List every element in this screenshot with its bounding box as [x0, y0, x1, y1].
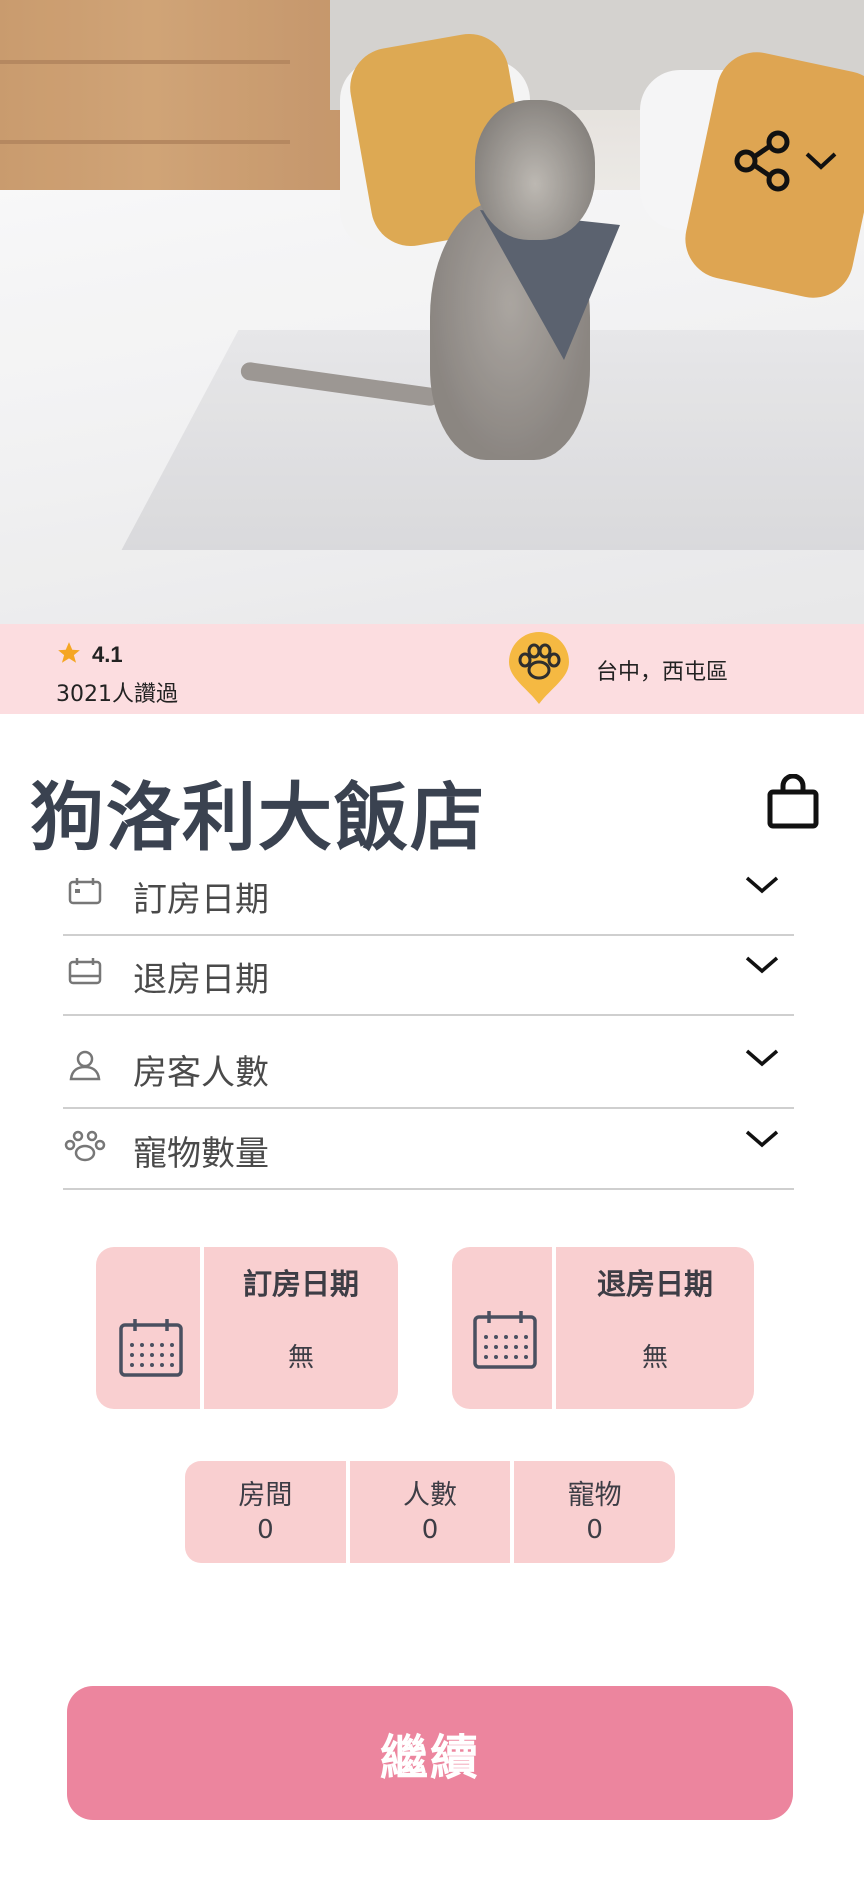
pet-count-label: 寵物 — [567, 1480, 622, 1511]
chevron-down-icon[interactable] — [744, 1128, 780, 1154]
person-icon — [67, 1049, 103, 1085]
guest-count-row[interactable]: 房客人數 — [63, 1033, 794, 1109]
chevron-down-icon[interactable] — [804, 151, 838, 175]
calendar-icon — [452, 1247, 556, 1409]
room-count-label: 房間 — [238, 1480, 293, 1511]
checkin-date-card[interactable]: 訂房日期 無 — [96, 1247, 398, 1409]
hero-image — [0, 0, 864, 624]
calendar-icon — [67, 956, 103, 990]
checkout-card-title: 退房日期 — [596, 1267, 713, 1301]
chevron-down-icon[interactable] — [744, 1047, 780, 1073]
paw-icon — [63, 1130, 107, 1168]
checkin-card-value: 無 — [287, 1343, 314, 1373]
checkout-date-row[interactable]: 退房日期 — [63, 940, 794, 1016]
room-count-value: 0 — [257, 1515, 274, 1545]
room-count[interactable]: 房間 0 — [185, 1461, 350, 1563]
guest-count-value: 0 — [421, 1515, 439, 1545]
pet-count-value: 0 — [586, 1515, 603, 1545]
rating-value: 4.1 — [92, 642, 123, 667]
chevron-down-icon[interactable] — [744, 874, 780, 900]
review-count: 3021人讚過 — [56, 682, 178, 707]
share-icon[interactable] — [732, 130, 794, 196]
rating: 4.1 — [56, 640, 123, 670]
checkin-date-label: 訂房日期 — [133, 880, 269, 920]
checkin-date-row[interactable]: 訂房日期 — [63, 860, 794, 936]
booking-counts: 房間 0 人數 0 寵物 0 — [185, 1461, 675, 1563]
pet-count[interactable]: 寵物 0 — [514, 1461, 675, 1563]
calendar-icon — [67, 876, 103, 910]
checkout-date-card[interactable]: 退房日期 無 — [452, 1247, 754, 1409]
shopping-bag-icon[interactable] — [766, 773, 820, 834]
checkout-card-value: 無 — [641, 1343, 668, 1373]
continue-button[interactable]: 繼續 — [67, 1686, 793, 1820]
pet-count-label: 寵物數量 — [133, 1134, 269, 1174]
guest-count[interactable]: 人數 0 — [350, 1461, 515, 1563]
checkin-card-title: 訂房日期 — [242, 1267, 359, 1301]
pet-count-row[interactable]: 寵物數量 — [63, 1114, 794, 1190]
guest-count-label: 房客人數 — [133, 1053, 269, 1093]
chevron-down-icon[interactable] — [744, 954, 780, 980]
share-control[interactable] — [732, 130, 838, 196]
star-icon — [56, 640, 82, 670]
paw-pin-icon — [505, 632, 573, 710]
guest-count-label: 人數 — [403, 1480, 457, 1511]
location-text: 台中，西屯區 — [596, 660, 729, 685]
checkout-date-label: 退房日期 — [133, 960, 269, 1000]
calendar-icon — [96, 1247, 204, 1409]
hotel-name: 狗洛利大飯店 — [30, 775, 486, 861]
